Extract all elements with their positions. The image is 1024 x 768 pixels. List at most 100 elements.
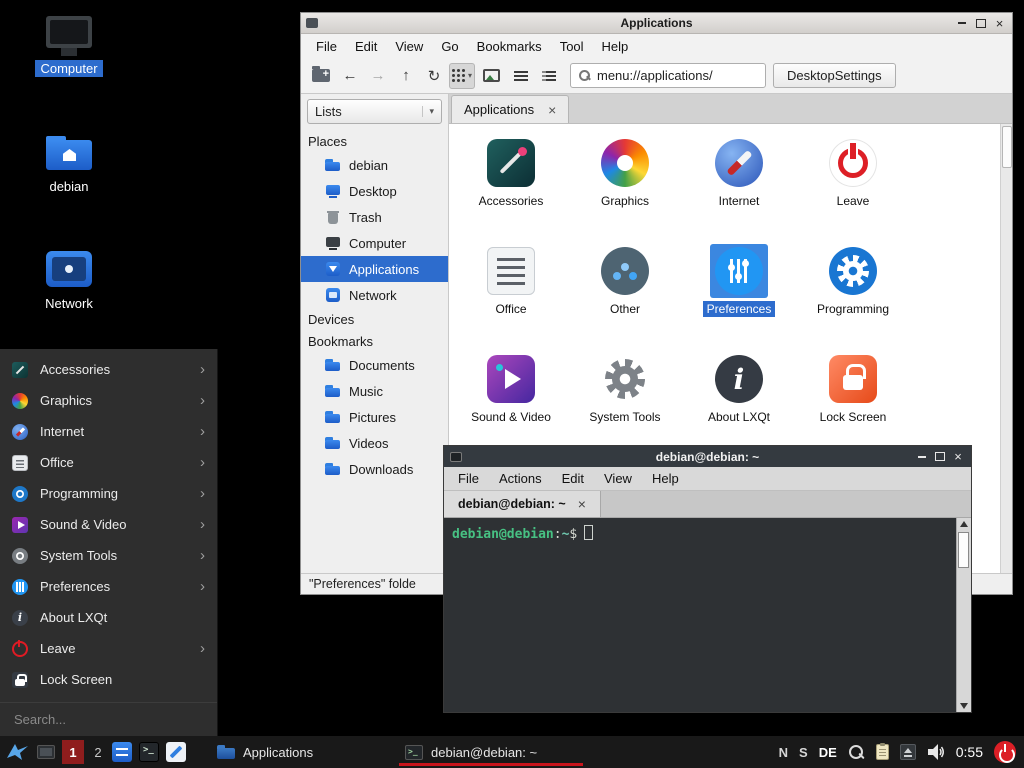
menu-search-row — [0, 702, 217, 736]
app-leave[interactable]: Leave — [796, 136, 910, 244]
sidebar-mode-dropdown[interactable]: Lists — [307, 99, 442, 124]
task-applications[interactable]: Applications — [209, 738, 397, 766]
launcher-file-manager[interactable] — [112, 742, 132, 762]
sidebar-item-applications[interactable]: Applications — [301, 256, 448, 282]
app-sound-video[interactable]: Sound & Video — [454, 352, 568, 460]
minimize-button[interactable] — [954, 16, 969, 31]
menu-actions[interactable]: Actions — [489, 471, 552, 486]
sidebar-item-trash[interactable]: Trash — [301, 204, 448, 230]
sidebar-item-network[interactable]: Network — [301, 282, 448, 308]
terminal-tab[interactable]: debian@debian: ~ — [444, 491, 601, 517]
power-button[interactable] — [994, 741, 1016, 763]
sidebar-item-music[interactable]: Music — [301, 378, 448, 404]
app-programming[interactable]: Programming — [796, 244, 910, 352]
app-lock-screen[interactable]: Lock Screen — [796, 352, 910, 460]
menu-item-leave[interactable]: Leave — [0, 633, 217, 664]
app-accessories[interactable]: Accessories — [454, 136, 568, 244]
scrollbar-thumb[interactable] — [958, 532, 969, 568]
menu-file[interactable]: File — [448, 471, 489, 486]
minimize-button[interactable] — [915, 450, 929, 464]
menu-item-lock-screen[interactable]: Lock Screen — [0, 664, 217, 695]
menu-view[interactable]: View — [386, 39, 432, 54]
clock[interactable]: 0:55 — [956, 744, 983, 760]
sidebar-item-debian[interactable]: debian — [301, 152, 448, 178]
icon-view-button[interactable] — [449, 63, 475, 89]
magnifier-icon[interactable] — [848, 744, 865, 761]
new-tab-button[interactable] — [307, 63, 335, 89]
keyboard-layout-indicator[interactable]: DE — [819, 745, 837, 760]
maximize-button[interactable] — [973, 16, 988, 31]
back-button[interactable] — [337, 63, 363, 89]
terminal-scrollbar[interactable] — [956, 518, 971, 712]
desktop-icon-network[interactable]: Network — [24, 251, 114, 313]
app-graphics[interactable]: Graphics — [568, 136, 682, 244]
sidebar-item-computer[interactable]: Computer — [301, 230, 448, 256]
menu-bookmarks[interactable]: Bookmarks — [468, 39, 551, 54]
terminal-output[interactable]: debian@debian:~$ — [444, 518, 971, 712]
show-desktop-button[interactable] — [37, 745, 55, 759]
menu-item-system-tools[interactable]: System Tools — [0, 540, 217, 571]
sidebar-item-pictures[interactable]: Pictures — [301, 404, 448, 430]
desktop-icon-computer[interactable]: Computer — [24, 16, 114, 78]
menu-item-graphics[interactable]: Graphics — [0, 385, 217, 416]
app-about-lxqt[interactable]: About LXQt — [682, 352, 796, 460]
menu-item-about-lxqt[interactable]: About LXQt — [0, 602, 217, 633]
tab-close-icon[interactable] — [578, 496, 586, 512]
sidebar-section-bookmarks[interactable]: Bookmarks — [301, 330, 448, 352]
menu-edit[interactable]: Edit — [552, 471, 594, 486]
sidebar-item-documents[interactable]: Documents — [301, 352, 448, 378]
menu-file[interactable]: File — [307, 39, 346, 54]
vertical-scrollbar[interactable] — [1000, 124, 1012, 573]
desktop-settings-button[interactable]: DesktopSettings — [773, 63, 896, 88]
app-internet[interactable]: Internet — [682, 136, 796, 244]
forward-button[interactable] — [365, 63, 391, 89]
reload-button[interactable] — [421, 63, 447, 89]
maximize-button[interactable] — [933, 450, 947, 464]
menu-item-office[interactable]: Office — [0, 447, 217, 478]
tab-close-icon[interactable] — [548, 103, 556, 117]
clipboard-icon[interactable] — [876, 744, 889, 760]
menu-view[interactable]: View — [594, 471, 642, 486]
app-system-tools[interactable]: System Tools — [568, 352, 682, 460]
desktop-icon-debian[interactable]: debian — [24, 136, 114, 196]
close-button[interactable] — [951, 450, 965, 464]
menu-item-preferences[interactable]: Preferences — [0, 571, 217, 602]
menu-help[interactable]: Help — [642, 471, 689, 486]
eject-icon[interactable] — [900, 744, 916, 760]
up-button[interactable] — [393, 63, 419, 89]
menu-edit[interactable]: Edit — [346, 39, 386, 54]
sidebar-item-desktop[interactable]: Desktop — [301, 178, 448, 204]
compact-view-button[interactable] — [508, 63, 534, 89]
scroll-down-icon[interactable] — [960, 703, 968, 709]
path-bar[interactable]: menu://applications/ — [570, 63, 766, 88]
task-terminal[interactable]: debian@debian: ~ — [397, 738, 585, 766]
menu-item-accessories[interactable]: Accessories — [0, 354, 217, 385]
scroll-up-icon[interactable] — [960, 521, 968, 527]
menu-help[interactable]: Help — [593, 39, 638, 54]
menu-item-internet[interactable]: Internet — [0, 416, 217, 447]
launcher-terminal[interactable] — [139, 742, 159, 762]
menu-item-sound-video[interactable]: Sound & Video — [0, 509, 217, 540]
main-menu-button[interactable] — [6, 742, 30, 762]
sidebar-section-devices[interactable]: Devices — [301, 308, 448, 330]
workspace-1-button[interactable]: 1 — [62, 740, 84, 764]
sidebar-item-downloads[interactable]: Downloads — [301, 456, 448, 482]
menu-tool[interactable]: Tool — [551, 39, 593, 54]
menu-search-input[interactable] — [0, 712, 217, 727]
menu-item-programming[interactable]: Programming — [0, 478, 217, 509]
tab-applications[interactable]: Applications — [451, 95, 569, 123]
workspace-2-button[interactable]: 2 — [91, 745, 105, 760]
volume-icon[interactable] — [927, 743, 945, 761]
terminal-titlebar[interactable]: debian@debian: ~ — [444, 446, 971, 467]
launcher-editor[interactable] — [166, 742, 186, 762]
detailed-view-button[interactable] — [536, 63, 562, 89]
close-button[interactable] — [992, 16, 1007, 31]
sidebar-item-videos[interactable]: Videos — [301, 430, 448, 456]
file-manager-titlebar[interactable]: Applications — [301, 13, 1012, 34]
app-preferences[interactable]: Preferences — [682, 244, 796, 352]
thumbnail-view-button[interactable] — [477, 63, 506, 89]
app-other[interactable]: Other — [568, 244, 682, 352]
menu-go[interactable]: Go — [432, 39, 467, 54]
sidebar-section-places[interactable]: Places — [301, 130, 448, 152]
app-office[interactable]: Office — [454, 244, 568, 352]
